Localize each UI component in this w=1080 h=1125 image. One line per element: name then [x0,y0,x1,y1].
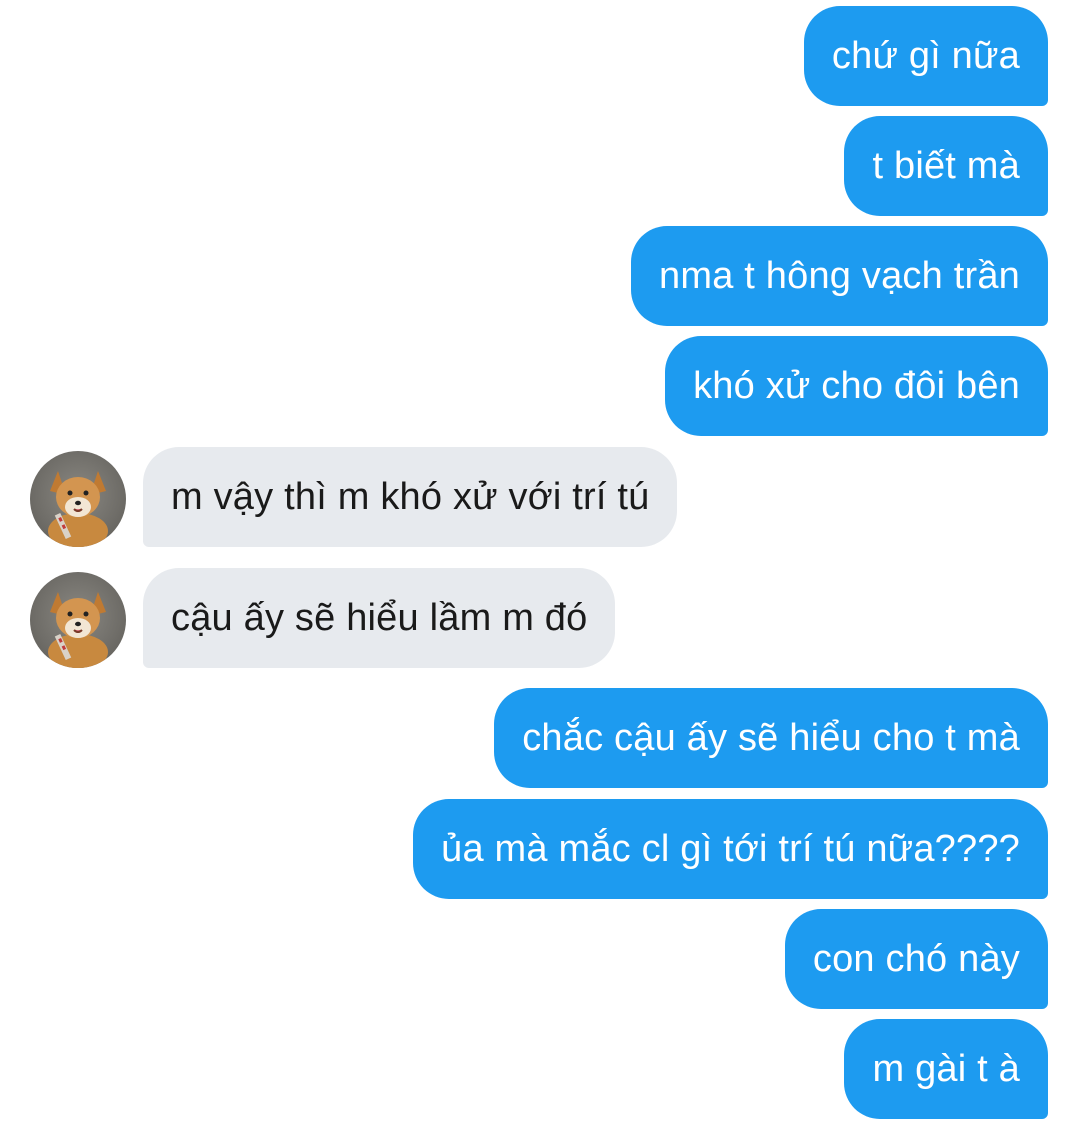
message-text: m gài t à [872,1048,1020,1090]
message-bubble[interactable]: ủa mà mắc cl gì tới trí tú nữa???? [413,799,1048,899]
message-bubble[interactable]: con chó này [784,909,1048,1009]
message-text: cậu ấy sẽ hiểu lầm m đó [171,597,588,639]
message-row-outgoing: chắc cậu ấy sẽ hiểu cho t mà [0,688,1080,788]
message-row-incoming: m vậy thì m khó xử với trí tú [0,447,1080,547]
message-row-outgoing: con chó này [0,909,1080,1009]
message-text: nma t hông vạch trần [659,255,1020,297]
message-bubble[interactable]: khó xử cho đôi bên [665,336,1048,436]
message-bubble[interactable]: t biết mà [844,116,1048,216]
message-bubble[interactable]: cậu ấy sẽ hiểu lầm m đó [143,568,616,668]
message-text: khó xử cho đôi bên [693,365,1020,407]
message-text: con chó này [812,938,1020,980]
message-row-outgoing: t biết mà [0,116,1080,216]
message-row-outgoing: chứ gì nữa [0,6,1080,106]
shiba-dog-avatar-icon[interactable] [30,451,126,547]
message-text: chắc cậu ấy sẽ hiểu cho t mà [522,717,1020,759]
message-text: t biết mà [872,145,1020,187]
message-text: ủa mà mắc cl gì tới trí tú nữa???? [441,828,1020,870]
message-row-outgoing: m gài t à [0,1019,1080,1119]
message-bubble[interactable]: m vậy thì m khó xử với trí tú [143,447,678,547]
message-row-outgoing: ủa mà mắc cl gì tới trí tú nữa???? [0,799,1080,899]
message-text: chứ gì nữa [831,35,1020,77]
message-bubble[interactable]: chắc cậu ấy sẽ hiểu cho t mà [494,688,1048,788]
shiba-dog-avatar-icon[interactable] [30,572,126,668]
message-bubble[interactable]: m gài t à [844,1019,1048,1119]
message-bubble[interactable]: nma t hông vạch trần [631,226,1048,326]
message-thread[interactable]: chứ gì nữa t biết mà nma t hông vạch trầ… [0,0,1080,1125]
message-row-outgoing: nma t hông vạch trần [0,226,1080,326]
message-text: m vậy thì m khó xử với trí tú [171,476,650,518]
message-row-incoming: cậu ấy sẽ hiểu lầm m đó [0,568,1080,668]
message-row-outgoing: khó xử cho đôi bên [0,336,1080,436]
message-bubble[interactable]: chứ gì nữa [803,6,1048,106]
